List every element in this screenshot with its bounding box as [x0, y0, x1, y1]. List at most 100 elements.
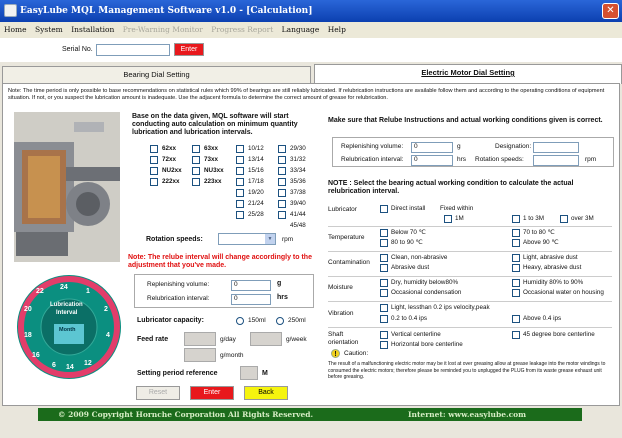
tab-motor-dial[interactable]: Electric Motor Dial Setting — [314, 64, 622, 84]
tab-bearing-dial[interactable]: Bearing Dial Setting — [2, 66, 311, 84]
checkbox[interactable] — [192, 178, 200, 186]
window-title-bar: EasyLube MQL Management Software v1.0 - … — [0, 0, 622, 22]
moisture-checkbox[interactable] — [380, 289, 388, 297]
size-item[interactable]: 39/40 — [278, 200, 318, 211]
checkbox[interactable] — [236, 167, 244, 175]
menu-pre-warning[interactable]: Pre-Warning Monitor — [123, 25, 203, 34]
checkbox[interactable] — [150, 167, 158, 175]
size-item[interactable]: 33/34 — [278, 167, 318, 178]
over-3m-checkbox[interactable] — [560, 215, 568, 223]
reset-button[interactable]: Reset — [136, 386, 180, 400]
feed-week-input[interactable] — [250, 332, 282, 346]
vibration-checkbox[interactable] — [380, 315, 388, 323]
1m-checkbox[interactable] — [444, 215, 452, 223]
relub-input[interactable]: 0 — [231, 294, 271, 305]
rotation-select[interactable]: ▼ — [218, 233, 276, 245]
period-input[interactable] — [240, 366, 258, 380]
temp-checkbox[interactable] — [380, 239, 388, 247]
shaft-checkbox[interactable] — [512, 331, 520, 339]
size-label: 17/18 — [248, 178, 264, 185]
contam-checkbox[interactable] — [380, 254, 388, 262]
checkbox[interactable] — [278, 167, 286, 175]
relub-label: Relubrication interval: — [147, 295, 210, 302]
close-button[interactable]: ✕ — [602, 3, 619, 19]
temp-checkbox[interactable] — [380, 229, 388, 237]
size-item[interactable]: 15/16 — [236, 167, 276, 178]
size-item[interactable]: 19/20 — [236, 189, 276, 200]
size-item[interactable]: 35/36 — [278, 178, 318, 189]
checkbox[interactable] — [278, 200, 286, 208]
moisture-checkbox[interactable] — [512, 289, 520, 297]
checkbox[interactable] — [278, 156, 286, 164]
shaft-checkbox[interactable] — [380, 331, 388, 339]
lubrication-dial[interactable]: Lubrication Interval Month 22 24 1 20 2 … — [16, 274, 122, 380]
checkbox[interactable] — [278, 145, 286, 153]
size-item[interactable]: 25/28 — [236, 211, 276, 222]
temp-checkbox[interactable] — [512, 239, 520, 247]
moisture-checkbox[interactable] — [512, 279, 520, 287]
vibration-checkbox[interactable] — [512, 315, 520, 323]
menu-home[interactable]: Home — [4, 25, 27, 34]
checkbox[interactable] — [236, 145, 244, 153]
menu-language[interactable]: Language — [282, 25, 320, 34]
temp-checkbox[interactable] — [512, 229, 520, 237]
bearing-63xx[interactable]: 63xx — [192, 145, 236, 156]
checkbox[interactable] — [150, 156, 158, 164]
size-item[interactable]: 41/44 — [278, 211, 318, 222]
checkbox[interactable] — [236, 189, 244, 197]
rotation-label: Rotation speeds: — [146, 236, 203, 243]
checkbox[interactable] — [192, 167, 200, 175]
checkbox[interactable] — [236, 156, 244, 164]
checkbox[interactable] — [236, 178, 244, 186]
checkbox[interactable] — [192, 145, 200, 153]
bearing-223xx[interactable]: 223xx — [192, 178, 236, 189]
relub-unit: hrs — [277, 294, 288, 301]
enter-button[interactable]: Enter — [190, 386, 234, 400]
cap-250-radio[interactable] — [276, 317, 284, 325]
checkbox[interactable] — [236, 200, 244, 208]
checkbox[interactable] — [278, 211, 286, 219]
menu-help[interactable]: Help — [328, 25, 346, 34]
checkbox[interactable] — [192, 156, 200, 164]
checkbox[interactable] — [278, 178, 286, 186]
bearing-nu3xx[interactable]: NU3xx — [192, 167, 236, 178]
feed-month-input[interactable] — [184, 348, 216, 362]
menu-installation[interactable]: Installation — [71, 25, 114, 34]
size-item[interactable]: 17/18 — [236, 178, 276, 189]
back-button[interactable]: Back — [244, 386, 288, 400]
internet-link[interactable]: Internet: www.easylube.com — [408, 408, 526, 421]
repl-input[interactable]: 0 — [231, 280, 271, 291]
r-rot-input[interactable] — [533, 155, 579, 166]
r-repl-input[interactable]: 0 — [411, 142, 453, 153]
contam-checkbox[interactable] — [380, 264, 388, 272]
size-item[interactable]: 10/12 — [236, 145, 276, 156]
size-item[interactable]: 21/24 — [236, 200, 276, 211]
feed-day-input[interactable] — [184, 332, 216, 346]
size-item[interactable]: 37/38 — [278, 189, 318, 200]
shaft-checkbox[interactable] — [380, 341, 388, 349]
size-label: 45/48 — [290, 222, 306, 229]
serial-input[interactable] — [96, 44, 170, 56]
size-item[interactable]: 13/14 — [236, 156, 276, 167]
cap-150-radio[interactable] — [236, 317, 244, 325]
designation-input[interactable] — [533, 142, 579, 153]
bearing-73xx[interactable]: 73xx — [192, 156, 236, 167]
r-relub-input[interactable]: 0 — [411, 155, 453, 166]
shaft-option: 45 degree bore centerline — [523, 331, 595, 338]
vibration-checkbox[interactable] — [380, 304, 388, 312]
size-item[interactable]: 31/32 — [278, 156, 318, 167]
contam-checkbox[interactable] — [512, 254, 520, 262]
size-item[interactable]: 29/30 — [278, 145, 318, 156]
1-3m-checkbox[interactable] — [512, 215, 520, 223]
serial-enter-button[interactable]: Enter — [174, 43, 204, 56]
checkbox[interactable] — [236, 211, 244, 219]
moisture-checkbox[interactable] — [380, 279, 388, 287]
direct-install-checkbox[interactable] — [380, 205, 388, 213]
menu-progress-report[interactable]: Progress Report — [211, 25, 273, 34]
checkbox[interactable] — [278, 189, 286, 197]
r-relub-unit: hrs — [457, 156, 467, 163]
checkbox[interactable] — [150, 178, 158, 186]
checkbox[interactable] — [150, 145, 158, 153]
menu-system[interactable]: System — [35, 25, 63, 34]
contam-checkbox[interactable] — [512, 264, 520, 272]
